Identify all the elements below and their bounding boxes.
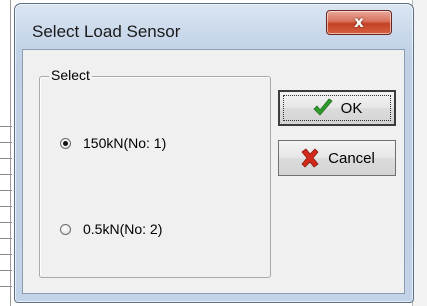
- select-load-sensor-dialog: Select Load Sensor x Select 150kN(No: 1)…: [14, 3, 414, 303]
- ok-button[interactable]: OK: [278, 90, 396, 126]
- select-group-box: Select 150kN(No: 1) 0.5kN(No: 2): [39, 67, 271, 278]
- red-x-icon: [301, 148, 319, 168]
- group-label: Select: [49, 67, 92, 83]
- option-0-5kn-label: 0.5kN(No: 2): [83, 221, 163, 237]
- background-divider: [10, 0, 11, 306]
- dialog-title: Select Load Sensor: [32, 22, 181, 41]
- checkmark-icon: [313, 98, 333, 116]
- radio-150kn[interactable]: [60, 137, 71, 149]
- option-150kn[interactable]: 150kN(No: 1): [60, 135, 166, 151]
- radio-0-5kn[interactable]: [60, 223, 71, 235]
- option-0-5kn[interactable]: 0.5kN(No: 2): [60, 221, 162, 237]
- cancel-button-label: Cancel: [328, 149, 375, 167]
- background-scroll-edge: [412, 0, 427, 306]
- cancel-button[interactable]: Cancel: [278, 140, 396, 176]
- close-icon: x: [354, 13, 364, 31]
- ok-button-label: OK: [340, 99, 363, 117]
- dialog-client-area: Select 150kN(No: 1) 0.5kN(No: 2) OK Canc…: [22, 49, 405, 294]
- option-150kn-label: 150kN(No: 1): [83, 135, 167, 151]
- close-button[interactable]: x: [326, 10, 392, 35]
